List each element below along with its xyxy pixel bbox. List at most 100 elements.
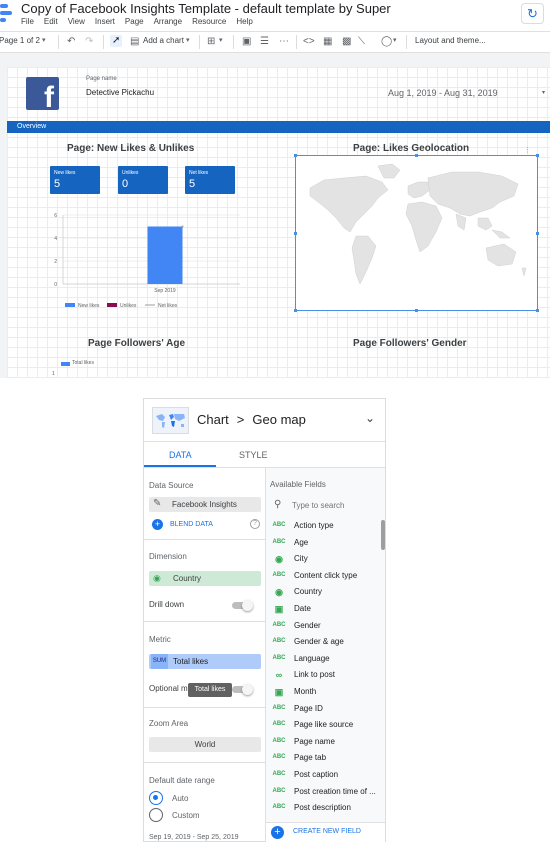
legend-label: New likes xyxy=(78,303,100,309)
drill-down-toggle[interactable] xyxy=(232,600,253,611)
line-point[interactable] xyxy=(181,225,184,228)
layout-theme-button[interactable]: Layout and theme... xyxy=(415,36,486,45)
field-item[interactable]: ▣ Month xyxy=(272,686,380,702)
field-item[interactable]: ABC Language xyxy=(272,653,380,669)
data-source-chip[interactable]: ✎ Facebook Insights xyxy=(149,497,261,512)
menu-page[interactable]: Page xyxy=(125,17,144,26)
field-item[interactable]: ◉ City xyxy=(272,553,380,569)
tab-style[interactable]: STYLE xyxy=(239,450,268,460)
menu-resource[interactable]: Resource xyxy=(192,17,226,26)
field-item[interactable]: ABC Content click type xyxy=(272,570,380,586)
geo-map-chart[interactable] xyxy=(295,155,538,311)
field-item[interactable]: ABC Post caption xyxy=(272,769,380,785)
add-chart-icon[interactable]: ▤ xyxy=(130,36,139,48)
chevron-down-icon[interactable]: ▾ xyxy=(542,89,545,96)
radio-custom-label: Custom xyxy=(172,811,200,820)
field-item[interactable]: ABC Gender xyxy=(272,620,380,636)
field-item[interactable]: ◉ Country xyxy=(272,586,380,602)
chevron-down-icon[interactable]: ▾ xyxy=(186,35,190,47)
date-range-control[interactable]: Aug 1, 2019 - Aug 31, 2019 xyxy=(388,88,498,98)
dimension-chip[interactable]: ◉ Country xyxy=(149,571,261,586)
data-control-icon[interactable]: ⋯ xyxy=(279,36,289,48)
field-item[interactable]: ABC Page ID xyxy=(272,703,380,719)
geo-map-thumbnail-icon[interactable] xyxy=(152,407,189,434)
resize-handle[interactable] xyxy=(536,154,539,157)
field-item[interactable]: ABC Action type xyxy=(272,520,380,536)
create-field-row[interactable]: + CREATE NEW FIELD xyxy=(266,822,385,842)
help-icon[interactable]: ? xyxy=(250,519,260,529)
resize-handle[interactable] xyxy=(294,232,297,235)
field-name: Country xyxy=(294,587,323,597)
community-viz-icon[interactable]: ⊞ xyxy=(207,36,215,48)
kpi-unlikes[interactable]: Unlikes 0 xyxy=(118,166,168,194)
chevron-down-icon[interactable]: ▾ xyxy=(42,35,46,47)
chevron-down-icon[interactable]: ▾ xyxy=(393,35,397,47)
metric-name: Total likes xyxy=(173,657,209,666)
scrollbar[interactable] xyxy=(381,520,385,550)
menu-help[interactable]: Help xyxy=(236,17,252,26)
filter-control-icon[interactable]: ☰ xyxy=(260,36,269,48)
text-type-icon: ABC xyxy=(272,737,286,744)
text-box-icon[interactable]: ▩ xyxy=(342,36,351,48)
field-item[interactable]: ABC Page name xyxy=(272,736,380,752)
refresh-button[interactable]: ↻ xyxy=(521,3,544,24)
page-indicator[interactable]: Page 1 of 2 xyxy=(0,36,40,45)
resize-handle[interactable] xyxy=(294,154,297,157)
legend-swatch xyxy=(65,303,75,307)
field-item[interactable]: ∞ Link to post xyxy=(272,669,380,685)
menu-insert[interactable]: Insert xyxy=(95,17,115,26)
zoom-area-select[interactable]: World xyxy=(149,737,261,752)
metric-chip[interactable]: SUM Total likes xyxy=(149,654,261,669)
field-item[interactable]: ABC Post creation time of ... xyxy=(272,786,380,802)
field-item[interactable]: ▣ Date xyxy=(272,603,380,619)
field-item[interactable]: ABC Page like source xyxy=(272,719,380,735)
resize-handle[interactable] xyxy=(415,154,418,157)
menu-file[interactable]: File xyxy=(21,17,34,26)
select-cursor-icon[interactable]: ➚ xyxy=(110,35,123,47)
kpi-new-likes[interactable]: New likes 5 xyxy=(50,166,100,194)
image-icon[interactable]: ▦ xyxy=(323,36,332,48)
field-item[interactable]: ABC Post description xyxy=(272,802,380,818)
field-search-input[interactable] xyxy=(292,499,380,512)
date-type-icon: ▣ xyxy=(274,687,284,697)
resize-handle[interactable] xyxy=(536,232,539,235)
optional-metrics-toggle[interactable] xyxy=(232,684,253,695)
add-chart-button[interactable]: Add a chart xyxy=(143,36,184,45)
chevron-down-icon[interactable]: ⌄ xyxy=(365,411,375,425)
date-range-control-icon[interactable]: ▣ xyxy=(242,36,251,48)
bar[interactable] xyxy=(147,226,183,285)
more-vert-icon[interactable]: ⋮ xyxy=(524,146,531,154)
field-item[interactable]: ABC Page tab xyxy=(272,752,380,768)
edit-pencil-icon[interactable]: ✎ xyxy=(153,498,161,509)
menu-arrange[interactable]: Arrange xyxy=(154,17,182,26)
tab-data[interactable]: DATA xyxy=(169,450,192,460)
create-new-field-button[interactable]: CREATE NEW FIELD xyxy=(293,828,361,835)
chevron-down-icon[interactable]: ▾ xyxy=(219,35,223,47)
undo-icon[interactable]: ↶ xyxy=(67,36,75,48)
kpi-label: Net likes xyxy=(189,170,209,176)
menu-view[interactable]: View xyxy=(68,17,85,26)
resize-handle[interactable] xyxy=(536,309,539,312)
document-title[interactable]: Copy of Facebook Insights Template - def… xyxy=(21,1,391,16)
field-item[interactable]: ABC Age xyxy=(272,537,380,553)
toolbar-divider xyxy=(406,35,407,49)
shape-icon[interactable]: ◯ xyxy=(381,36,392,48)
line-icon[interactable]: ⟍ xyxy=(358,36,365,48)
radio-custom[interactable] xyxy=(149,808,163,822)
likes-bar-chart[interactable]: 0 2 4 6 Sep 2019 New likes Unlikes Net likes xyxy=(45,205,245,315)
resize-handle[interactable] xyxy=(294,309,297,312)
add-circle-icon[interactable]: + xyxy=(152,519,163,530)
radio-auto[interactable] xyxy=(149,791,163,805)
metric-aggregation[interactable]: SUM xyxy=(151,654,168,669)
resize-handle[interactable] xyxy=(415,309,418,312)
add-icon[interactable]: + xyxy=(271,826,284,839)
kpi-net-likes[interactable]: Net likes 5 xyxy=(185,166,235,194)
menu-edit[interactable]: Edit xyxy=(44,17,58,26)
url-embed-icon[interactable]: <> xyxy=(303,36,315,48)
chart-type-label: Geo map xyxy=(252,412,306,427)
data-studio-logo[interactable] xyxy=(0,2,14,26)
field-item[interactable]: ABC Gender & age xyxy=(272,636,380,652)
redo-icon[interactable]: ↷ xyxy=(85,36,93,48)
blend-data-button[interactable]: BLEND DATA xyxy=(170,521,213,528)
field-name: Gender & age xyxy=(294,637,344,647)
